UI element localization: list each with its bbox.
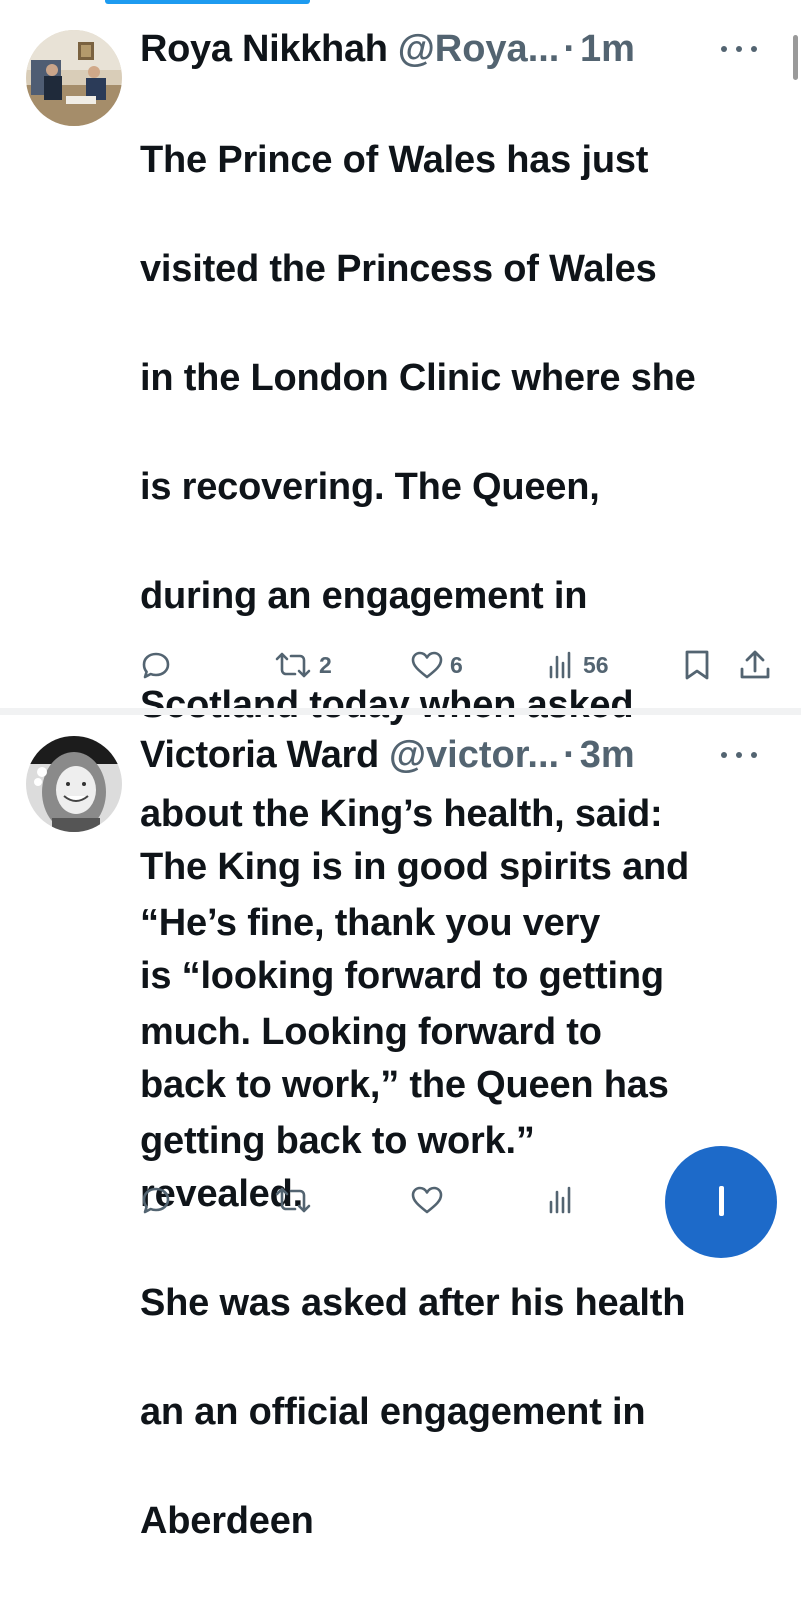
display-name[interactable]: Victoria Ward (140, 734, 379, 777)
avatar-photo (26, 30, 122, 126)
reply-icon (142, 652, 170, 679)
tweet-text-line: in the London Clinic where she (140, 356, 696, 399)
tweet-text-line: an an official engagement in (140, 1390, 646, 1433)
tweet-text-line: The King is in good spirits and (140, 845, 690, 888)
more-options-icon[interactable] (721, 26, 757, 72)
share-button[interactable] (738, 645, 772, 685)
views-icon (549, 651, 571, 679)
like-count: 6 (450, 651, 463, 678)
like-button[interactable] (410, 1180, 444, 1220)
views-button[interactable]: 56 (545, 645, 609, 685)
avatar-photo (26, 736, 122, 832)
handle[interactable]: @Roya... (398, 28, 560, 71)
repost-button[interactable] (273, 1180, 313, 1220)
tweet-text-line: is “looking forward to getting (140, 954, 664, 997)
avatar[interactable] (26, 736, 122, 832)
repost-icon (275, 1187, 311, 1213)
tweet-text-line: Aberdeen (140, 1499, 314, 1542)
tweet[interactable]: Roya Nikkhah @Roya... · 1m The Prince of… (0, 0, 801, 1162)
tweet[interactable]: Victoria Ward @victor... · 3m The King i… (0, 715, 801, 1542)
tweet-text-line: She was asked after his health (140, 1281, 686, 1324)
views-count: 56 (583, 651, 609, 678)
repost-icon (275, 652, 311, 678)
timestamp[interactable]: 1m (580, 28, 635, 71)
handle[interactable]: @victor... (389, 734, 559, 777)
share-icon (740, 650, 770, 679)
more-options-icon[interactable] (721, 732, 757, 778)
repost-button[interactable]: 2 (273, 645, 332, 685)
display-name[interactable]: Roya Nikkhah (140, 28, 388, 71)
tweet-text-line: back to work,” the Queen has (140, 1063, 669, 1106)
tweet-text-line: is recovering. The Queen, (140, 465, 600, 508)
views-button[interactable] (545, 1180, 577, 1220)
tweet-text-line: visited the Princess of Wales (140, 247, 657, 290)
compose-button[interactable] (665, 1146, 777, 1258)
reply-icon (142, 1187, 170, 1214)
tweet-divider (0, 708, 801, 715)
reply-button[interactable] (140, 1180, 172, 1220)
bookmark-icon (685, 650, 709, 680)
tweet-text-line: during an engagement in (140, 574, 588, 617)
tweet-header: Roya Nikkhah @Roya... · 1m (140, 26, 781, 72)
separator-dot: · (563, 733, 576, 776)
heart-icon (411, 651, 443, 679)
bookmark-button[interactable] (682, 645, 712, 685)
tweet-text-line: The Prince of Wales has just (140, 138, 649, 181)
views-icon (549, 1186, 571, 1214)
tweet-actions: 2 6 56 (140, 645, 780, 685)
tweet-header: Victoria Ward @victor... · 3m (140, 732, 781, 778)
timestamp[interactable]: 3m (580, 734, 635, 777)
heart-icon (411, 1186, 443, 1214)
separator-dot: · (563, 27, 577, 70)
avatar[interactable] (26, 30, 122, 126)
reply-button[interactable] (140, 645, 172, 685)
repost-count: 2 (319, 651, 332, 678)
plus-icon (719, 1186, 724, 1216)
like-button[interactable]: 6 (410, 645, 463, 685)
